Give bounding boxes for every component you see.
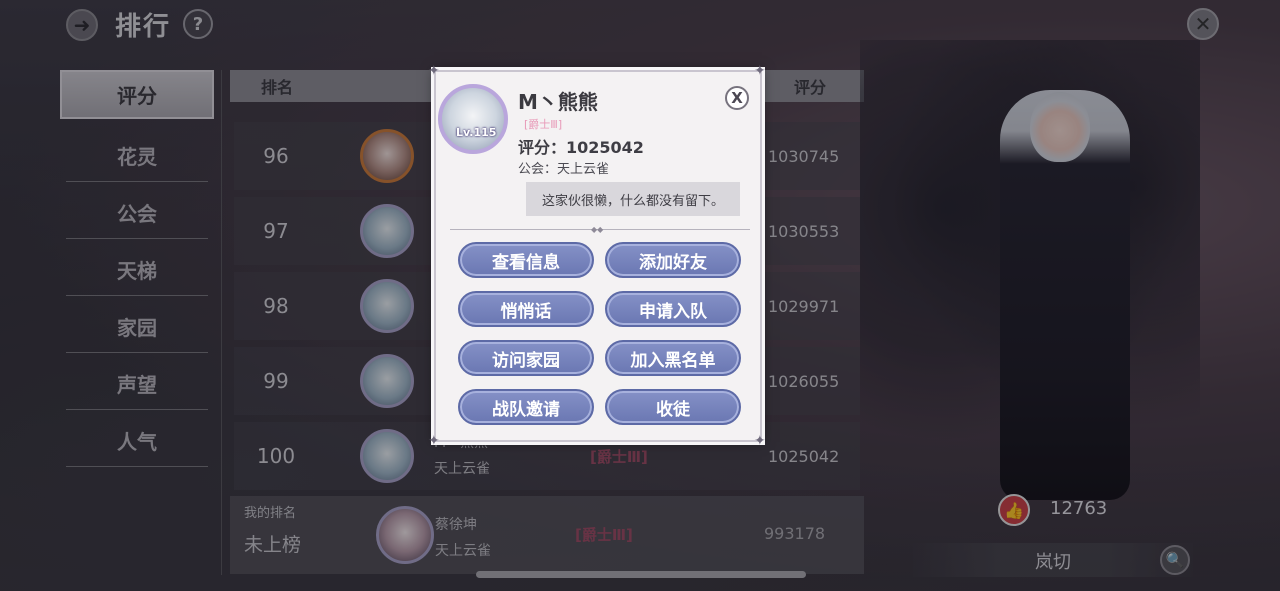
visit-home-button[interactable]: 访问家园 xyxy=(458,340,594,376)
avatar xyxy=(438,84,508,154)
corner-ornament-icon: ✦ xyxy=(428,433,440,449)
join-team-button[interactable]: 申请入队 xyxy=(605,291,741,327)
level-badge: Lv.115 xyxy=(456,126,497,139)
apprentice-button[interactable]: 收徒 xyxy=(605,389,741,425)
corner-ornament-icon: ✦ xyxy=(754,433,766,449)
whisper-button[interactable]: 悄悄话 xyxy=(458,291,594,327)
corner-ornament-icon: ✦ xyxy=(428,63,440,79)
player-info-popup: ✦ ✦ ✦ ✦ Lv.115 M丶熊熊 [爵士Ⅲ] 评分：1025042 公会：… xyxy=(428,64,766,448)
blacklist-button[interactable]: 加入黑名单 xyxy=(605,340,741,376)
view-info-button[interactable]: 查看信息 xyxy=(458,242,594,278)
player-guild: 公会：天上云雀 xyxy=(518,162,610,177)
player-score: 评分：1025042 xyxy=(518,138,644,157)
divider-ornament-icon: ◆◆ xyxy=(591,225,604,234)
add-friend-button[interactable]: 添加好友 xyxy=(605,242,741,278)
player-signature: 这家伙很懒，什么都没有留下。 xyxy=(526,182,740,216)
corner-ornament-icon: ✦ xyxy=(754,63,766,79)
player-title-badge: [爵士Ⅲ] xyxy=(524,118,563,131)
popup-close-button[interactable]: X xyxy=(725,86,749,110)
team-invite-button[interactable]: 战队邀请 xyxy=(458,389,594,425)
player-name: M丶熊熊 xyxy=(518,90,598,114)
